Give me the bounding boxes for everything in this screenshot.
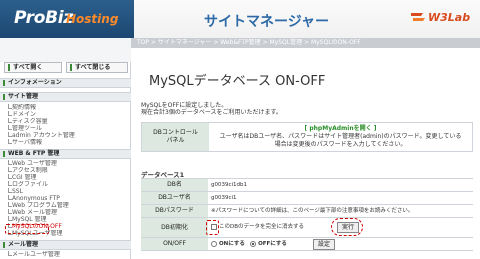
on-radio-label: ONにする (219, 241, 245, 247)
db-control-label: DBコントロール パネル (142, 123, 209, 151)
brand-text: W3Lab (428, 10, 471, 24)
set-button[interactable]: 設定 (313, 239, 336, 250)
main-content: MySQLデータベース ON-OFF MySQLをOFFに設定しました。 現在合… (131, 48, 480, 259)
menu-item-server-info[interactable]: サーバ情報 (8, 139, 128, 146)
db-init-option: このDBのデータを完全に消去する (211, 218, 304, 237)
db-init-row: DB初期化 このDBのデータを完全に消去する 実行 (141, 218, 473, 238)
db-control-desc-2: 場合は変更後のパスワードを入力してください。 (274, 141, 407, 148)
w3lab-logo-icon (411, 13, 425, 21)
db-init-label: DB初期化 (141, 218, 208, 237)
site-title: サイトマネージャー (204, 14, 330, 30)
breadcrumb[interactable]: TOP > サイトマネージャー > Web&FTP管理 > MySQL管理 > … (131, 38, 480, 48)
logo-main-text: ProBiz (14, 8, 73, 28)
active-item-highlight (5, 224, 49, 234)
on-radio[interactable] (211, 240, 217, 247)
db-init-text: このDBのデータを完全に消去する (219, 224, 305, 230)
status-notice: MySQLをOFFに設定しました。 現在合計3個のデータベースをご利用いただけま… (141, 102, 282, 116)
db-control-label-line1: DBコントロール (153, 129, 198, 136)
page-title: MySQLデータベース ON-OFF (149, 74, 326, 89)
menu-item-logfile[interactable]: ログファイル (8, 181, 128, 188)
db-name-label: DB名 (141, 179, 208, 191)
menu-item-mail-users[interactable]: メールユーザ管理 (8, 251, 128, 258)
db-control-value: [ phpMyAdminを開く ] ユーザ名はDBユーザ名、パスワードはサイト管… (209, 123, 472, 151)
collapse-all-button[interactable]: すべて閉じる (66, 62, 128, 73)
onoff-label: ON/OFF (141, 238, 208, 250)
db-pass-label: DBパスワード (141, 205, 208, 217)
menu-item-anon-ftp[interactable]: Anonymous FTP (8, 195, 128, 202)
menu-item-admin-account[interactable]: admin アカウント管理 (8, 132, 128, 139)
database-table: DB名 g0039ci1db1 DBユーザ名 g0039ci1 DBパスワード … (141, 179, 473, 251)
db-user-label: DBユーザ名 (141, 192, 208, 204)
db-name-row: DB名 g0039ci1db1 (141, 179, 473, 192)
menu-item-ssl[interactable]: SSL (8, 188, 128, 195)
off-radio[interactable] (250, 240, 257, 247)
db-pass-row: DBパスワード ※パスワードについての詳細は、このページ最下部の注意事項をお読み… (141, 205, 473, 218)
execute-highlight (331, 218, 363, 236)
checkbox-highlight (206, 220, 219, 235)
notice-line-1: MySQLをOFFに設定しました。 (141, 102, 228, 109)
expand-all-button[interactable]: すべて開く (4, 62, 62, 73)
db-user-value: g0039ci1 (211, 195, 237, 201)
menu-item-disk[interactable]: ディスク容量 (8, 118, 128, 125)
section-mail[interactable]: メール管理 (0, 240, 131, 250)
menu-item-tools[interactable]: 管理ツール (8, 125, 128, 132)
db-control-panel: DBコントロール パネル [ phpMyAdminを開く ] ユーザ名はDBユー… (141, 122, 473, 152)
header: ProBiz Hosting サイトマネージャー W3Lab (0, 0, 480, 38)
sidebar-top (0, 38, 131, 62)
off-radio-label: OFFにする (258, 241, 287, 247)
db-control-label-line2: パネル (166, 137, 185, 144)
notice-line-2: 現在合計3個のデータベースをご利用いただけます。 (141, 109, 282, 116)
menu-item-web-mail[interactable]: Web メール管理 (8, 209, 128, 216)
db-pass-value: ※パスワードについての詳細は、このページ最下部の注意事項をお読みください。 (211, 208, 414, 214)
menu-item-web-programs[interactable]: Web プログラム管理 (8, 202, 128, 209)
menu-item-domain[interactable]: ドメイン (8, 111, 128, 118)
db-control-desc-1: ユーザ名はDBユーザ名、パスワードはサイト管理者(admin)のパスワード。変更… (219, 133, 462, 140)
sidebar: すべて開く すべて閉じる インフォメーション サイト管理 契約情報 ドメイン デ… (0, 38, 131, 259)
section-web-ftp[interactable]: WEB & FTP 管理 (0, 149, 131, 159)
menu-item-cgi[interactable]: CGI 管理 (8, 174, 128, 181)
db-name-value: g0039ci1db1 (211, 182, 248, 188)
w3lab-brand: W3Lab (410, 10, 470, 24)
probiz-logo[interactable]: ProBiz Hosting (0, 0, 134, 38)
menu-item-mysql[interactable]: MySQL 管理 (8, 216, 128, 223)
db-user-row: DBユーザ名 g0039ci1 (141, 192, 473, 205)
section-information[interactable]: インフォメーション (0, 78, 131, 88)
mail-menu: メールユーザ管理 (8, 251, 128, 258)
logo-sub-text: Hosting (66, 12, 119, 26)
menu-item-web-users[interactable]: Web ユーザ管理 (8, 160, 128, 167)
menu-item-contract[interactable]: 契約情報 (8, 104, 128, 111)
section-site-management[interactable]: サイト管理 (0, 92, 131, 102)
site-management-menu: 契約情報 ドメイン ディスク容量 管理ツール admin アカウント管理 サーバ… (8, 104, 128, 146)
phpmyadmin-link[interactable]: [ phpMyAdminを開く ] (215, 125, 466, 133)
menu-item-access-limit[interactable]: アクセス制限 (8, 167, 128, 174)
onoff-row: ON/OFF ONにする OFFにする 設定 (141, 238, 473, 251)
onoff-options: ONにする OFFにする (211, 238, 287, 250)
